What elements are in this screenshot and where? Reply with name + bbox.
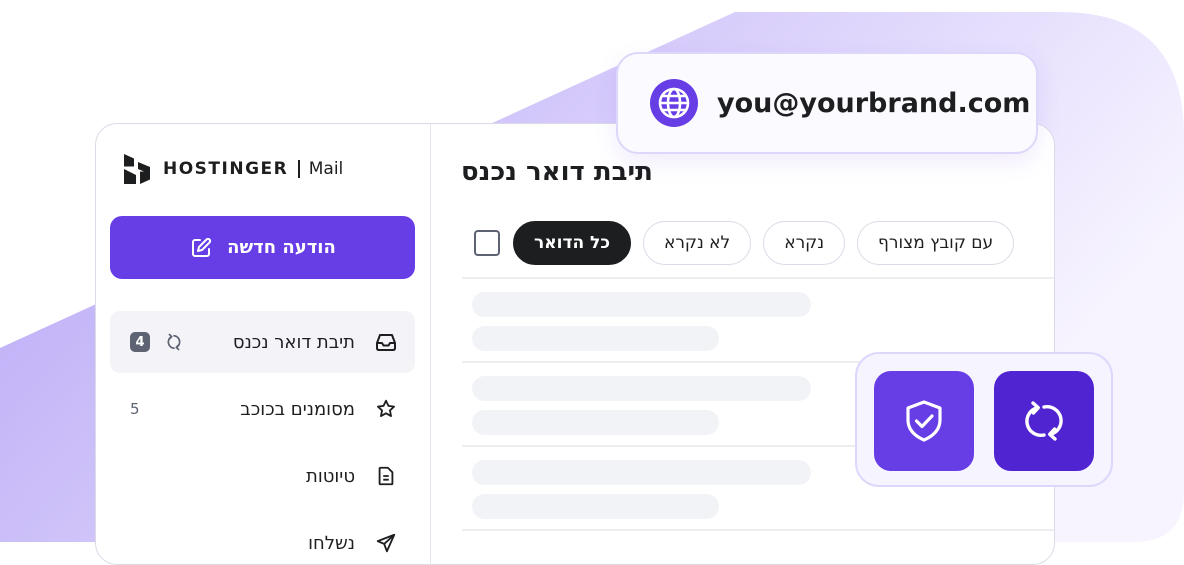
product-name: Mail [308, 159, 344, 179]
compose-button[interactable]: הודעה חדשה [110, 216, 415, 279]
page-title: תיבת דואר נכנס [461, 157, 653, 187]
email-address: you@yourbrand.com [717, 87, 1031, 119]
starred-count: 5 [130, 400, 140, 418]
custom-email-card: you@yourbrand.com [616, 52, 1038, 154]
mail-main-panel: תיבת דואר נכנס כל הדואר לא נקרא נקרא עם … [431, 124, 1054, 564]
sidebar-item-drafts[interactable]: טיוטות [110, 445, 415, 507]
sidebar-item-label: נשלחו [308, 532, 355, 554]
compose-label: הודעה חדשה [227, 237, 336, 258]
brand-name: HOSTINGER [163, 159, 289, 179]
email-skeleton-line [472, 460, 811, 485]
list-divider [462, 277, 1054, 279]
select-all-checkbox[interactable] [474, 230, 500, 256]
unread-count-badge: 4 [130, 332, 150, 352]
security-tile [874, 371, 974, 471]
filter-bar: כל הדואר לא נקרא נקרא עם קובץ מצורף [474, 221, 1026, 265]
sidebar-item-label: טיוטות [305, 465, 355, 487]
sync-tile [994, 371, 1094, 471]
filter-read[interactable]: נקרא [763, 221, 846, 265]
feature-tiles [855, 352, 1113, 487]
brand-logo: HOSTINGER Mail [124, 154, 343, 184]
sidebar-item-sent[interactable]: נשלחו [110, 512, 415, 564]
filter-with-attachment[interactable]: עם קובץ מצורף [857, 221, 1015, 265]
sidebar-item-label: תיבת דואר נכנס [232, 331, 355, 353]
sidebar: HOSTINGER Mail הודעה חדשה תיבת דואר נכנס… [96, 124, 431, 564]
sidebar-item-inbox[interactable]: תיבת דואר נכנס 4 [110, 311, 415, 373]
draft-file-icon [374, 464, 398, 488]
star-icon [374, 397, 398, 421]
sidebar-item-starred[interactable]: מסומנים בכוכב 5 [110, 378, 415, 440]
hostinger-logo-icon [124, 154, 150, 184]
list-divider [462, 529, 1054, 531]
filter-all-mail[interactable]: כל הדואר [513, 221, 631, 265]
send-icon [374, 531, 398, 555]
email-skeleton-line [472, 376, 811, 401]
sync-arrows-icon [1025, 401, 1063, 441]
brand-separator [298, 160, 300, 178]
shield-check-icon [906, 400, 942, 442]
filter-unread[interactable]: לא נקרא [642, 221, 752, 265]
email-skeleton-line [472, 292, 811, 317]
sidebar-item-label: מסומנים בכוכב [240, 398, 355, 420]
inbox-icon [374, 330, 398, 354]
email-skeleton-line [472, 326, 719, 351]
email-skeleton-line [472, 494, 719, 519]
email-skeleton-line [472, 410, 719, 435]
mail-app-window: HOSTINGER Mail הודעה חדשה תיבת דואר נכנס… [95, 123, 1055, 565]
globe-icon [650, 79, 698, 127]
edit-icon [192, 237, 212, 257]
sync-icon [167, 333, 181, 351]
